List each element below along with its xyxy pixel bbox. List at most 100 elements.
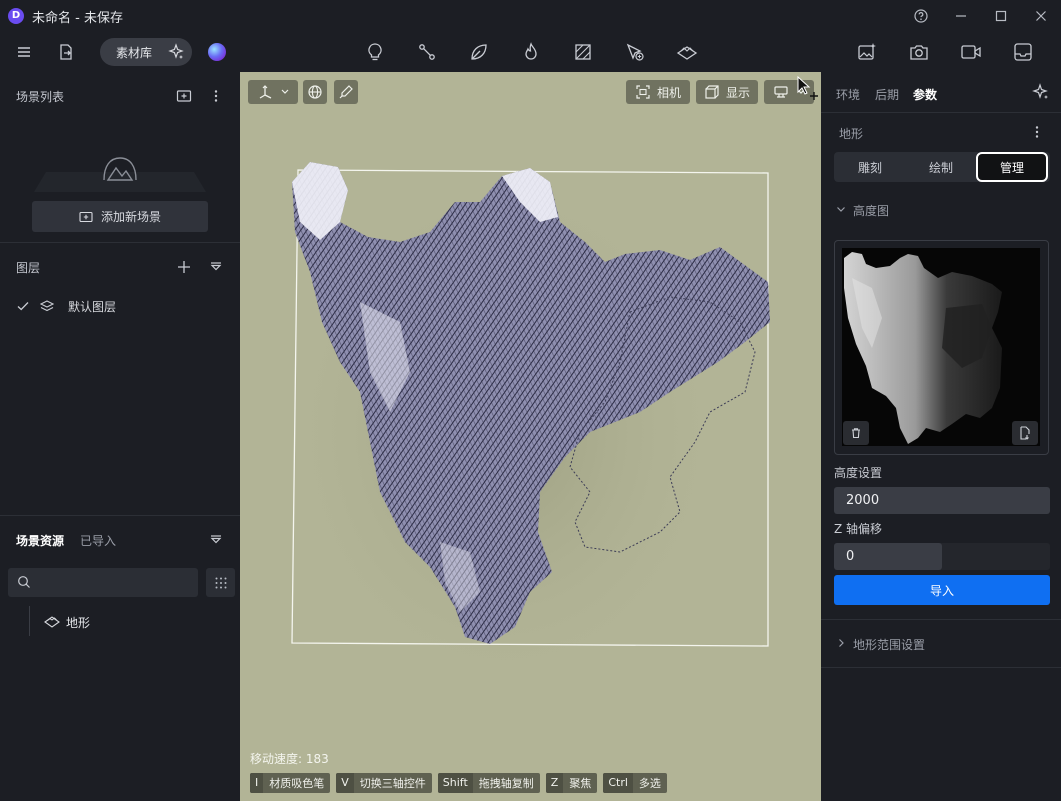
sparkle-icon[interactable] [166, 42, 186, 62]
camera-frame-icon [636, 85, 650, 99]
camera-icon[interactable] [907, 40, 931, 64]
title-bar: D 未命名 - 未保存 [0, 0, 1061, 32]
shortcut-label: 多选 [638, 777, 661, 790]
shortcut-bar: I 材质吸色笔 V 切换三轴控件 Shift 拖拽轴复制 Z 聚焦 Ctrl 多选 [250, 773, 667, 793]
transform-mode-button[interactable] [248, 80, 298, 104]
shortcut-chip: Ctrl 多选 [603, 773, 667, 793]
shortcut-chip: I 材质吸色笔 [250, 773, 331, 793]
terrain-section-title: 地形 [839, 127, 864, 141]
axis-gizmo-icon [259, 85, 272, 99]
shortcut-chip: V 切换三轴控件 [336, 773, 432, 793]
segment-manage[interactable]: 管理 [976, 152, 1048, 182]
terrain-layer-icon[interactable] [675, 40, 699, 64]
display-button[interactable]: 显示 [696, 80, 758, 104]
add-scene-button[interactable]: 添加新场景 [32, 201, 208, 232]
terrain-icon [44, 614, 60, 628]
replace-file-icon[interactable] [1012, 421, 1038, 445]
shortcut-key: V [336, 773, 354, 793]
cursor-add-icon[interactable] [623, 40, 647, 64]
scene-more-icon[interactable] [208, 88, 224, 104]
height-input[interactable]: 2000 [834, 487, 1050, 514]
view-options-icon [774, 86, 788, 98]
layers-filter-icon[interactable] [208, 259, 224, 275]
lightbulb-icon[interactable] [363, 40, 387, 64]
z-offset-label: Z 轴偏移 [834, 522, 883, 536]
left-divider-2 [0, 515, 240, 516]
height-setting-label: 高度设置 [834, 466, 883, 480]
empty-scene-icon [34, 146, 206, 194]
import-button[interactable]: 导入 [834, 575, 1050, 605]
tab-imported[interactable]: 已导入 [80, 532, 116, 549]
shortcut-label: 拖拽轴复制 [478, 777, 534, 790]
path-nodes-icon[interactable] [415, 40, 439, 64]
minimize-button[interactable] [950, 6, 972, 26]
camera-label: 相机 [656, 85, 681, 100]
inbox-icon[interactable] [1011, 40, 1035, 64]
shortcut-key: Z [545, 773, 564, 793]
grid-view-icon[interactable] [206, 568, 235, 597]
image-sparkle-icon[interactable] [855, 40, 879, 64]
ai-orb-icon[interactable] [208, 43, 226, 61]
tab-environment[interactable]: 环境 [836, 86, 860, 103]
flame-icon[interactable] [519, 40, 543, 64]
hatch-box-icon[interactable] [571, 40, 595, 64]
asset-name: 地形 [66, 616, 91, 630]
trash-icon[interactable] [843, 421, 869, 445]
tab-scene-assets[interactable]: 场景资源 [16, 532, 64, 549]
layer-row[interactable]: 默认图层 [0, 294, 240, 318]
terrain-range-chevron-right-icon[interactable] [835, 637, 847, 649]
right-divider-1 [821, 112, 1061, 113]
move-speed-text: 移动速度: 183 [250, 752, 329, 766]
right-divider-3 [821, 667, 1061, 668]
globe-icon[interactable] [303, 80, 327, 104]
add-scene-button-icon [79, 211, 93, 222]
leaf-icon[interactable] [467, 40, 491, 64]
check-icon[interactable] [16, 299, 30, 313]
shortcut-label: 材质吸色笔 [269, 777, 325, 790]
file-export-icon[interactable] [54, 40, 78, 64]
layers-title: 图层 [16, 261, 41, 275]
asset-item-terrain[interactable]: 地形 [36, 608, 226, 634]
terrain-more-icon[interactable] [1030, 124, 1044, 140]
add-scene-label: 添加新场景 [100, 210, 161, 224]
maximize-button[interactable] [990, 6, 1012, 26]
heightmap-preview[interactable] [842, 248, 1040, 446]
shortcut-key: Shift [437, 773, 473, 793]
add-scene-icon[interactable] [176, 88, 192, 104]
search-icon [17, 575, 31, 589]
heightmap-image [844, 252, 1002, 444]
segment-paint[interactable]: 绘制 [905, 152, 977, 182]
terrain-render [275, 162, 770, 702]
window-title: 未命名 - 未保存 [32, 11, 123, 26]
layers-icon [40, 299, 54, 313]
help-icon[interactable] [910, 6, 932, 26]
eyedropper-icon[interactable] [334, 80, 358, 104]
terrain-range-title[interactable]: 地形范围设置 [853, 636, 925, 653]
shortcut-label: 聚焦 [569, 777, 592, 790]
z-offset-input[interactable]: 0 [834, 543, 942, 570]
library-label: 素材库 [116, 46, 153, 60]
tab-post-processing[interactable]: 后期 [875, 86, 899, 103]
camera-button[interactable]: 相机 [626, 80, 690, 104]
app-logo: D [8, 8, 24, 24]
display-cube-icon [705, 85, 719, 99]
heightmap-title: 高度图 [853, 204, 890, 218]
display-label: 显示 [725, 85, 750, 100]
video-icon[interactable] [959, 40, 983, 64]
tab-parameters[interactable]: 参数 [913, 86, 937, 103]
shortcut-chip: Shift 拖拽轴复制 [437, 773, 540, 793]
shortcut-label: 切换三轴控件 [359, 777, 426, 790]
add-layer-icon[interactable] [176, 259, 192, 275]
assets-filter-icon[interactable] [208, 532, 224, 548]
chevron-down-icon [281, 89, 289, 94]
asset-search-input[interactable] [8, 568, 198, 597]
left-divider-1 [0, 242, 240, 243]
heightmap-chevron-down-icon[interactable] [835, 203, 847, 215]
shortcut-chip: Z 聚焦 [545, 773, 598, 793]
menu-icon[interactable] [12, 40, 36, 64]
close-button[interactable] [1030, 6, 1052, 26]
tree-line [29, 606, 30, 636]
3d-viewport[interactable]: 相机 显示 移动速度: 183 I 材质吸色笔 V 切换三轴控件 Shift 拖拽轴复… [240, 72, 821, 801]
ai-sparkle-icon[interactable] [1032, 83, 1050, 101]
segment-sculpt[interactable]: 雕刻 [834, 152, 906, 182]
